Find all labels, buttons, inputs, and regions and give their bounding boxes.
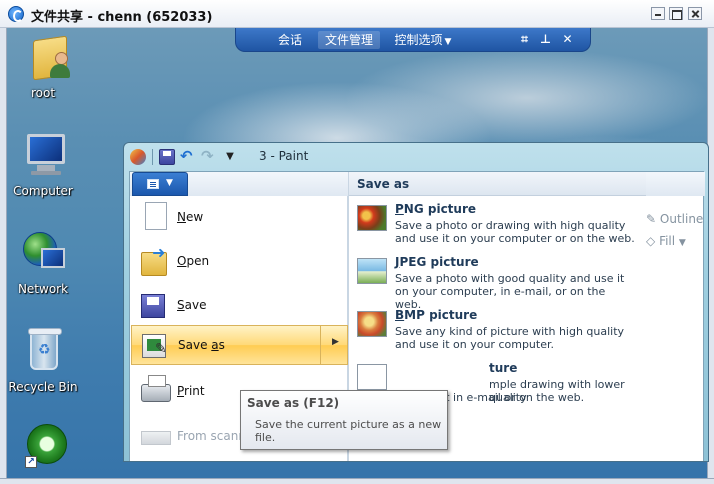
option-title: PNG picture [395, 202, 477, 216]
fill-button[interactable]: ◇ Fill ▼ [646, 234, 706, 256]
option-description: Save any kind of picture with high quali… [395, 325, 625, 351]
jpeg-picture-icon [357, 258, 387, 284]
fullscreen-icon[interactable]: ⌗ [518, 33, 531, 46]
desktop-icon-label: Network [17, 282, 69, 296]
save-as-jpeg[interactable]: JPEG picture Save a photo with good qual… [349, 255, 646, 311]
chevron-down-icon: ▼ [444, 37, 452, 47]
save-as-tooltip: Save as (F12) Save the current picture a… [240, 390, 448, 450]
outline-label: Outline [659, 212, 704, 226]
paint-title: 3 - Paint [259, 149, 309, 163]
menu-item-label: Print [177, 384, 205, 398]
bmp-picture-icon [357, 311, 387, 337]
remote-control-bar: 会话 文件管理 控制选项 ▼ ⌗ ⊥ ✕ [235, 28, 591, 52]
minimize-button[interactable] [651, 7, 665, 20]
paint-app-icon[interactable] [130, 149, 146, 165]
qat-save-icon[interactable] [159, 149, 175, 165]
recycle-bin-icon [19, 328, 67, 376]
window-frame-bottom [0, 478, 714, 484]
computer-icon [19, 132, 67, 180]
window-title: 文件共享 - chenn (652033) [31, 10, 213, 25]
save-as-png[interactable]: PNG picture Save a photo or drawing with… [349, 202, 646, 254]
submenu-arrow-icon[interactable]: ▶ [332, 337, 339, 347]
option-title: BMP picture [395, 308, 478, 322]
ribbon-shape-options: ✎ Outline ◇ Fill ▼ [646, 212, 706, 256]
scanner-icon [141, 431, 171, 445]
desktop-icon-computer[interactable]: Computer [7, 132, 79, 198]
redo-icon[interactable]: ↷ [201, 149, 217, 165]
menu-item-save-as[interactable]: Save as ▶ [131, 325, 348, 365]
restore-button[interactable] [669, 7, 683, 20]
desktop-icon-label: Recycle Bin [8, 380, 78, 394]
save-icon [141, 294, 165, 318]
window-frame-left [0, 28, 7, 484]
toolbar-divider [152, 149, 153, 165]
tooltip-title: Save as (F12) [247, 396, 340, 410]
close-window-button[interactable] [688, 7, 702, 20]
tab-file-management[interactable]: 文件管理 [318, 31, 380, 49]
desktop-icon-root[interactable]: root [7, 34, 79, 100]
desktop-icon-label: root [30, 86, 56, 100]
desktop-icon-network[interactable]: Network [7, 230, 79, 296]
app-shortcut-icon: ↗ [19, 424, 67, 472]
network-icon [19, 230, 67, 278]
new-page-icon [145, 202, 167, 230]
printer-icon [141, 375, 171, 402]
paint-menu-button[interactable]: ▼ [132, 172, 188, 196]
shortcut-arrow-icon: ↗ [25, 456, 37, 468]
outer-title-bar: 文件共享 - chenn (652033) [0, 0, 714, 28]
menu-item-label: Save [177, 298, 207, 312]
option-description: Save a photo with good quality and use i… [395, 272, 625, 311]
menu-item-open[interactable]: Open [131, 240, 348, 284]
save-as-bmp[interactable]: BMP picture Save any kind of picture wit… [349, 308, 646, 360]
chevron-down-icon: ▼ [678, 238, 686, 248]
tab-control-options-label: 控制选项 [394, 33, 443, 47]
option-title: JPEG picture [395, 255, 479, 269]
menu-icon [147, 179, 159, 189]
tab-control-options[interactable]: 控制选项 ▼ [388, 31, 458, 49]
user-folder-icon [19, 34, 70, 82]
menu-item-label: New [177, 210, 204, 224]
outline-icon: ✎ [646, 212, 657, 226]
chevron-down-icon: ▼ [166, 178, 173, 188]
menu-item-label: Open [177, 254, 210, 268]
tab-session[interactable]: 会话 [266, 31, 314, 49]
close-icon[interactable]: ✕ [561, 33, 574, 46]
menu-item-save[interactable]: Save [131, 284, 348, 328]
png-picture-icon [357, 205, 387, 231]
tooltip-body: Save the current picture as a new file. [255, 418, 442, 444]
outline-button[interactable]: ✎ Outline [646, 212, 706, 234]
picture-icon [357, 364, 387, 390]
pin-icon[interactable]: ⊥ [539, 33, 552, 46]
submenu-header: Save as [349, 172, 646, 196]
undo-icon[interactable]: ↶ [180, 149, 196, 165]
save-as-icon [142, 334, 167, 358]
open-folder-icon [141, 243, 167, 276]
desktop-icon-app-shortcut[interactable]: ↗ [7, 424, 79, 476]
fill-icon: ◇ [646, 234, 656, 248]
desktop-icon-recycle-bin[interactable]: Recycle Bin [7, 328, 79, 394]
split-divider [320, 326, 321, 364]
menu-item-label: Save as [178, 338, 225, 352]
option-title: ture [489, 361, 518, 375]
option-description: Save a photo or drawing with high qualit… [395, 219, 635, 245]
desktop-icon-label: Computer [13, 184, 73, 198]
app-logo-icon [8, 6, 24, 22]
menu-item-new[interactable]: New [131, 196, 348, 240]
fill-label: Fill [659, 234, 676, 248]
customize-toolbar-icon[interactable]: ▼ [222, 149, 238, 165]
